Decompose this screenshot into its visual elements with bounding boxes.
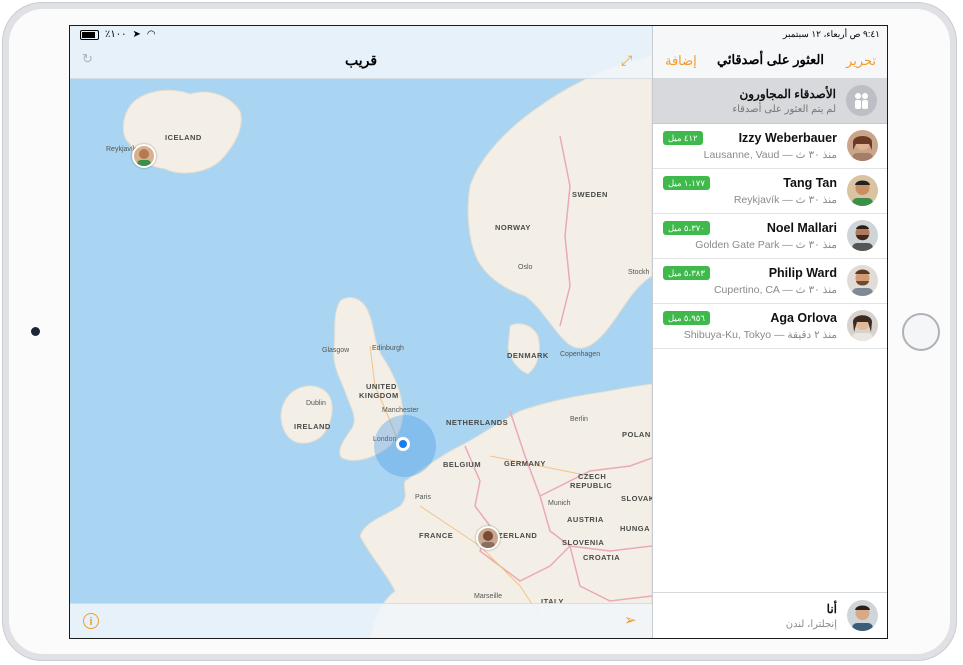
map-label-country: GERMANY — [504, 459, 546, 468]
map-label-city: Edinburgh — [372, 345, 404, 352]
map-label-country: NETHERLANDS — [446, 418, 509, 427]
friend-name: Aga Orlova — [770, 311, 837, 325]
status-bar-time: ٩:٤١ ص أربعاء، ١٢ سبتمبر — [782, 29, 880, 39]
map-label-country: FRANCE — [419, 531, 454, 540]
distance-badge: ٤١٢ ميل — [663, 131, 703, 145]
friend-pin-tang-tan[interactable] — [132, 144, 156, 168]
map-label-country: CZECH — [578, 472, 607, 481]
battery-percent: ٪١٠٠ — [105, 29, 127, 40]
friend-name: Izzy Weberbauer — [738, 131, 837, 145]
map-label-city: Dublin — [306, 400, 326, 407]
map-label-country: SWEDEN — [572, 190, 608, 199]
map-label-city: Copenhagen — [560, 351, 601, 358]
map-label-country: BELGIUM — [443, 460, 482, 469]
map-label-country: SLOVAK — [621, 494, 652, 503]
info-icon[interactable]: i — [83, 613, 99, 629]
sidebar-header: ٩:٤١ ص أربعاء، ١٢ سبتمبر تحرير العثور عل… — [653, 26, 887, 79]
map-label-country: REPUBLIC — [570, 481, 613, 490]
map-label-country: CROATIA — [583, 553, 621, 562]
map-label-city: Stockh — [628, 269, 650, 276]
map-label-country: KINGDOM — [359, 391, 399, 400]
friend-name: Tang Tan — [783, 176, 837, 190]
map-footer: i ➢ — [70, 603, 652, 638]
screen: ICELAND SWEDEN NORWAY DENMARK UNITED KIN… — [69, 25, 888, 639]
me-row[interactable]: أنا إنجلترا، لندن — [653, 592, 887, 638]
avatar — [847, 265, 878, 296]
friend-row[interactable]: Noel Mallari Golden Gate Park — منذ ٣٠ ث… — [653, 214, 887, 259]
add-button[interactable]: إضافة — [665, 53, 697, 69]
friend-name: Philip Ward — [768, 266, 837, 280]
distance-badge: ١،١٧٧ ميل — [663, 176, 710, 190]
friend-location: Reykjavík — منذ ٣٠ ث — [733, 194, 837, 206]
friend-row[interactable]: Izzy Weberbauer Lausanne, Vaud — منذ ٣٠ … — [653, 124, 887, 169]
me-location: إنجلترا، لندن — [785, 619, 837, 630]
friends-sidebar: ٩:٤١ ص أربعاء، ١٢ سبتمبر تحرير العثور عل… — [652, 26, 887, 638]
map-label-country: IRELAND — [294, 422, 331, 431]
expand-icon[interactable]: ⤢ — [621, 52, 637, 68]
map-label-country: HUNGA — [620, 524, 650, 533]
map-label-city: Manchester — [382, 407, 419, 414]
me-name: أنا — [826, 602, 837, 616]
friend-row[interactable]: Aga Orlova Shibuya-Ku, Tokyo — منذ ٢ دقي… — [653, 304, 887, 349]
map-header: ٪١٠٠ ➤ ◠ ↻ قريب ⤢ — [70, 26, 652, 79]
avatar — [847, 130, 878, 161]
map-label-country: NORWAY — [495, 223, 531, 232]
wifi-icon: ◠ — [146, 29, 156, 40]
map-label-country: ZERLAND — [498, 531, 538, 540]
avatar — [847, 310, 878, 341]
friend-row[interactable]: Tang Tan Reykjavík — منذ ٣٠ ث ١،١٧٧ ميل — [653, 169, 887, 214]
friend-location: Cupertino, CA — منذ ٣٠ ث — [713, 284, 837, 296]
status-bar-left: ٪١٠٠ ➤ ◠ — [80, 29, 156, 40]
front-camera — [31, 327, 40, 336]
friend-row[interactable]: Philip Ward Cupertino, CA — منذ ٣٠ ث ٥،٣… — [653, 259, 887, 304]
map-label-country: SLOVENIA — [562, 538, 605, 547]
avatar — [847, 220, 878, 251]
map-label-city: Glasgow — [322, 347, 350, 354]
avatar — [847, 175, 878, 206]
friend-location: Lausanne, Vaud — منذ ٣٠ ث — [703, 149, 837, 161]
avatar — [847, 600, 878, 631]
map-label-city: Munich — [548, 500, 571, 507]
map-label-country: AUSTRIA — [567, 515, 604, 524]
nearby-friends-row[interactable]: الأصدقاء المجاورون لم يتم العثور على أصد… — [653, 78, 887, 124]
map-view[interactable]: ICELAND SWEDEN NORWAY DENMARK UNITED KIN… — [70, 26, 652, 638]
location-arrow-icon[interactable]: ➢ — [624, 613, 640, 629]
distance-badge: ٥،٣٧٠ ميل — [663, 221, 710, 235]
map-label-city: Paris — [415, 494, 431, 501]
nearby-title: الأصدقاء المجاورون — [739, 87, 836, 101]
distance-badge: ٥،٣٨٣ ميل — [663, 266, 710, 280]
map-label-country: UNITED — [366, 382, 397, 391]
map-label-country: POLAN — [622, 430, 651, 439]
distance-badge: ٥،٩٥٦ ميل — [663, 311, 710, 325]
friend-pin-izzy-weberbauer[interactable] — [476, 526, 500, 550]
battery-icon — [80, 29, 99, 40]
map-label-country: DENMARK — [507, 351, 549, 360]
my-location-dot[interactable] — [396, 437, 410, 451]
friend-name: Noel Mallari — [766, 221, 837, 235]
friend-location: Golden Gate Park — منذ ٣٠ ث — [695, 239, 837, 251]
location-services-icon: ➤ — [132, 29, 141, 40]
people-icon — [846, 85, 877, 116]
map-label-city: Oslo — [518, 264, 533, 271]
map-label-city: Marseille — [474, 593, 503, 600]
friend-location: Shibuya-Ku, Tokyo — منذ ٢ دقيقة — [683, 329, 837, 341]
home-button[interactable] — [902, 313, 940, 351]
nearby-subtitle: لم يتم العثور على أصدقاء — [732, 104, 836, 115]
map-label-country: ICELAND — [165, 133, 202, 142]
map-label-city: Berlin — [570, 416, 588, 423]
map-title: قريب — [344, 52, 378, 68]
